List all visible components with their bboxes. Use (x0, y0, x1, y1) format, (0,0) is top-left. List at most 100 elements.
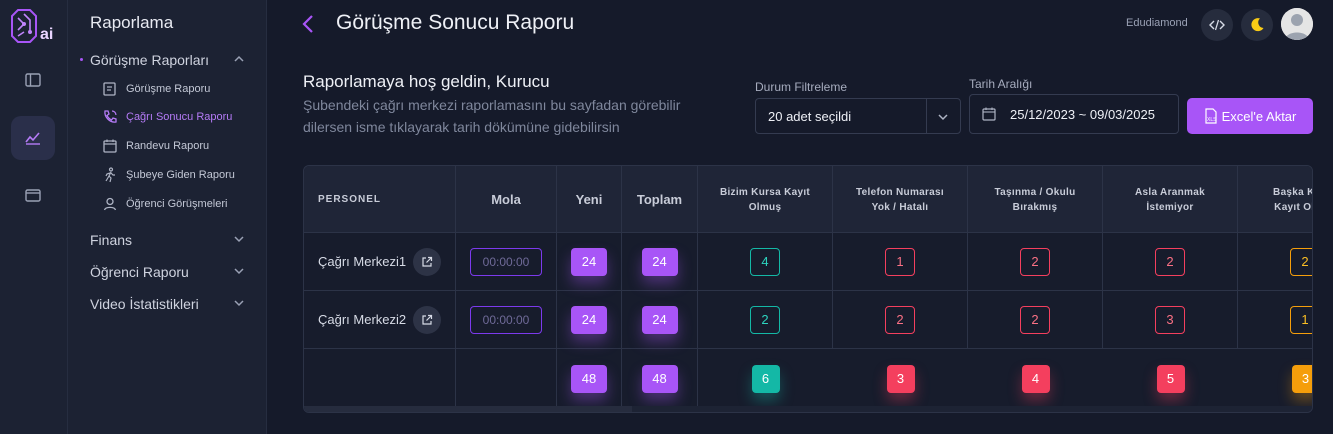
toplam-badge[interactable]: 24 (641, 247, 678, 276)
column-header-asla-aranmak[interactable]: Asla Aranmak İstemiyor (1103, 166, 1238, 233)
tasinma-total-cell: 4 (968, 349, 1103, 408)
column-header-baska-kursa[interactable]: Başka Kursa Kayıt Olmuş (1238, 166, 1312, 233)
sidebar-item-ogrenci-gorusmeleri[interactable]: Öğrenci Görüşmeleri (102, 192, 227, 216)
tasinma-cell: 2 (968, 233, 1103, 290)
column-header-tasinma[interactable]: Taşınma / Okulu Bırakmış (968, 166, 1103, 233)
chevron-down-icon (234, 300, 244, 307)
telefon-yok-badge[interactable]: 2 (885, 305, 915, 334)
baska-kursa-total-cell: 3 (1238, 349, 1312, 408)
page-description: Şubendeki çağrı merkezi raporlamasını bu… (303, 97, 681, 135)
date-range-label: Tarih Aralığı (969, 77, 1033, 91)
yeni-badge[interactable]: 24 (571, 305, 607, 334)
svg-text:ai: ai (40, 26, 53, 43)
sidebar-item-label: Şubeye Giden Raporu (126, 169, 235, 181)
sidebar-item-label: Görüşme Raporu (126, 83, 211, 95)
baska-kursa-cell: 2 (1238, 233, 1312, 290)
yeni-badge[interactable]: 24 (571, 247, 607, 276)
mola-timer: 00:00:00 (470, 247, 542, 276)
date-range-value: 25/12/2023 ~ 09/03/2025 (1010, 107, 1155, 122)
baska-kursa-badge[interactable]: 1 (1290, 305, 1312, 334)
scrollbar-thumb[interactable] (304, 406, 632, 412)
sidebar-group-label: Öğrenci Raporu (90, 264, 189, 280)
column-header-personel[interactable]: PERSONEL (304, 166, 456, 233)
column-header-bizim-kursa-kayit[interactable]: Bizim Kursa Kayıt Olmuş (698, 166, 833, 233)
chart-icon[interactable] (11, 116, 55, 160)
asla-aranmak-cell: 3 (1103, 291, 1238, 348)
code-button[interactable] (1201, 9, 1233, 41)
external-link-button[interactable] (413, 247, 442, 276)
sidebar-item-randevu-raporu[interactable]: Randevu Raporu (102, 134, 209, 158)
external-link-button[interactable] (413, 305, 442, 334)
bizim-kursa-badge[interactable]: 4 (750, 247, 780, 276)
sidebar-item-cagri-sonucu-raporu[interactable]: Çağrı Sonucu Raporu (102, 105, 232, 129)
toplam-cell: 24 (622, 233, 698, 290)
call-result-table: PERSONEL Mola Yeni Toplam Bizim Kursa Ka… (303, 165, 1313, 413)
baska-kursa-badge[interactable]: 2 (1290, 247, 1312, 276)
asla-aranmak-cell: 2 (1103, 233, 1238, 290)
tasinma-badge[interactable]: 2 (1020, 305, 1050, 334)
column-header-mola[interactable]: Mola (456, 166, 557, 233)
user-icon (103, 197, 117, 211)
sidebar-item-gorusme-raporu[interactable]: Görüşme Raporu (102, 77, 210, 101)
telefon-yok-total-badge: 3 (886, 364, 915, 393)
status-filter-select[interactable]: 20 adet seçildi (755, 98, 961, 134)
chevron-left-icon (302, 15, 313, 33)
status-filter-value: 20 adet seçildi (768, 109, 852, 124)
column-header-telefon-yok[interactable]: Telefon Numarası Yok / Hatalı (833, 166, 968, 233)
bizim-kursa-badge[interactable]: 2 (750, 305, 780, 334)
horizontal-scrollbar[interactable] (304, 406, 1312, 412)
chevron-down-icon (938, 114, 948, 121)
asla-aranmak-badge[interactable]: 3 (1155, 305, 1185, 334)
theme-toggle-button[interactable] (1241, 9, 1273, 41)
baska-kursa-total-badge: 3 (1291, 364, 1312, 393)
sidebar-group-video-istatistikleri[interactable]: Video İstatistikleri (68, 292, 267, 316)
avatar[interactable] (1281, 8, 1313, 40)
bizim-kursa-total-cell: 6 (698, 349, 833, 408)
toplam-badge[interactable]: 24 (641, 305, 678, 334)
telefon-yok-total-cell: 3 (833, 349, 968, 408)
column-header-yeni[interactable]: Yeni (557, 166, 622, 233)
calendar-icon (103, 139, 117, 153)
bizim-kursa-cell: 2 (698, 291, 833, 348)
yeni-cell: 24 (557, 291, 622, 348)
telefon-yok-cell: 2 (833, 291, 968, 348)
sidebar-group-label: Görüşme Raporları (90, 52, 210, 68)
status-filter-label: Durum Filtreleme (755, 80, 848, 94)
sidebar-item-subeye-giden-raporu[interactable]: Şubeye Giden Raporu (102, 163, 235, 187)
asla-aranmak-badge[interactable]: 2 (1155, 247, 1185, 276)
personel-name[interactable]: Çağrı Merkezi1 (318, 254, 406, 269)
table-row: Çağrı Merkezi1 00:00:00 24 24 4 1 2 2 2 (304, 233, 1312, 291)
tasinma-badge[interactable]: 2 (1020, 247, 1050, 276)
welcome-heading: Raporlamaya hoş geldin, Kurucu (303, 72, 550, 91)
icon-rail: ai (0, 0, 68, 434)
bizim-kursa-cell: 4 (698, 233, 833, 290)
phone-call-icon (104, 110, 117, 123)
toplam-total-badge: 48 (641, 364, 678, 393)
baska-kursa-cell: 1 (1238, 291, 1312, 348)
layout-icon[interactable] (11, 58, 55, 102)
chevron-up-icon (234, 55, 244, 62)
brand-logo[interactable]: ai (10, 6, 56, 46)
tasinma-total-badge: 4 (1021, 364, 1050, 393)
chevron-down-icon (234, 236, 244, 243)
code-icon (1209, 19, 1225, 31)
personel-name[interactable]: Çağrı Merkezi2 (318, 312, 406, 327)
mola-cell: 00:00:00 (456, 233, 557, 290)
svg-text:XLS: XLS (1207, 117, 1217, 123)
wallet-icon[interactable] (11, 173, 55, 217)
yeni-total-badge: 48 (571, 364, 607, 393)
sidebar-group-gorusme-raporlari[interactable]: Görüşme Raporları (68, 48, 267, 72)
date-range-input[interactable]: 25/12/2023 ~ 09/03/2025 (969, 94, 1179, 134)
sidebar-item-label: Randevu Raporu (126, 140, 210, 152)
column-header-toplam[interactable]: Toplam (622, 166, 698, 233)
tasinma-cell: 2 (968, 291, 1103, 348)
back-button[interactable] (298, 13, 318, 40)
sidebar-group-finans[interactable]: Finans (68, 228, 267, 252)
mola-cell: 00:00:00 (456, 291, 557, 348)
sidebar-group-ogrenci-raporu[interactable]: Öğrenci Raporu (68, 260, 267, 284)
export-excel-button[interactable]: XLS Excel'e Aktar (1187, 98, 1313, 134)
totals-mola-cell (456, 349, 557, 408)
telefon-yok-badge[interactable]: 1 (885, 247, 915, 276)
table-header: PERSONEL Mola Yeni Toplam Bizim Kursa Ka… (304, 166, 1312, 233)
active-dot (80, 58, 83, 61)
